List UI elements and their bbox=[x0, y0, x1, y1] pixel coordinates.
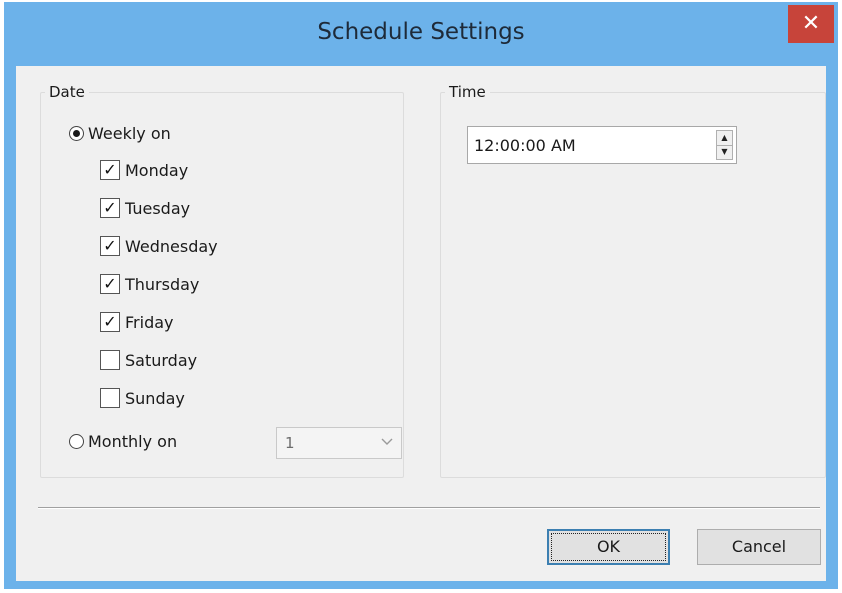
day-label-monday: Monday bbox=[125, 160, 189, 180]
weekly-radio[interactable]: Weekly on bbox=[69, 124, 171, 143]
monthly-day-select[interactable]: 1 bbox=[276, 427, 402, 459]
day-label-sunday: Sunday bbox=[125, 388, 185, 408]
dialog-body: Date Weekly on ✓ Monday ✓ Tuesday ✓ Wedn… bbox=[16, 66, 826, 581]
time-spinner[interactable]: ▲ ▼ bbox=[716, 130, 733, 160]
monthly-day-value: 1 bbox=[285, 434, 295, 452]
time-value[interactable]: 12:00:00 AM bbox=[474, 136, 576, 155]
weekly-label: Weekly on bbox=[88, 124, 171, 143]
monthly-radio-indicator[interactable] bbox=[69, 434, 84, 449]
day-label-wednesday: Wednesday bbox=[125, 236, 218, 256]
spin-up-icon[interactable]: ▲ bbox=[717, 131, 732, 146]
day-label-thursday: Thursday bbox=[125, 274, 200, 294]
checkbox-friday[interactable]: ✓ Friday bbox=[100, 312, 174, 332]
day-label-friday: Friday bbox=[125, 312, 174, 332]
checkbox-sunday[interactable]: Sunday bbox=[100, 388, 185, 408]
spin-down-icon[interactable]: ▼ bbox=[717, 145, 732, 159]
ok-button[interactable]: OK bbox=[547, 529, 670, 565]
check-icon[interactable]: ✓ bbox=[100, 236, 120, 256]
dialog-window: Schedule Settings ✕ Date Weekly on ✓ Mon… bbox=[4, 2, 838, 589]
checkbox-box[interactable] bbox=[100, 388, 120, 408]
day-label-saturday: Saturday bbox=[125, 350, 198, 370]
monthly-radio[interactable]: Monthly on bbox=[69, 432, 177, 451]
time-picker[interactable]: 12:00:00 AM ▲ ▼ bbox=[467, 126, 737, 164]
chevron-down-icon bbox=[381, 433, 393, 453]
check-icon[interactable]: ✓ bbox=[100, 274, 120, 294]
cancel-button-label: Cancel bbox=[731, 537, 787, 556]
weekly-radio-indicator[interactable] bbox=[69, 126, 84, 141]
checkbox-tuesday[interactable]: ✓ Tuesday bbox=[100, 198, 190, 218]
day-label-tuesday: Tuesday bbox=[125, 198, 191, 218]
time-group-legend: Time bbox=[449, 83, 486, 101]
check-icon[interactable]: ✓ bbox=[100, 160, 120, 180]
cancel-button[interactable]: Cancel bbox=[697, 529, 821, 565]
checkbox-thursday[interactable]: ✓ Thursday bbox=[100, 274, 199, 294]
check-icon[interactable]: ✓ bbox=[100, 312, 120, 332]
close-icon: ✕ bbox=[801, 11, 821, 36]
checkbox-wednesday[interactable]: ✓ Wednesday bbox=[100, 236, 218, 256]
focus-rectangle bbox=[551, 533, 666, 561]
dialog-title: Schedule Settings bbox=[317, 19, 525, 45]
close-button[interactable]: ✕ bbox=[788, 5, 834, 43]
check-icon[interactable]: ✓ bbox=[100, 198, 120, 218]
title-bar[interactable]: Schedule Settings ✕ bbox=[4, 2, 838, 66]
checkbox-box[interactable] bbox=[100, 350, 120, 370]
checkbox-monday[interactable]: ✓ Monday bbox=[100, 160, 188, 180]
date-group-legend: Date bbox=[49, 83, 85, 101]
divider bbox=[38, 507, 820, 509]
checkbox-saturday[interactable]: Saturday bbox=[100, 350, 197, 370]
monthly-label: Monthly on bbox=[88, 432, 178, 451]
